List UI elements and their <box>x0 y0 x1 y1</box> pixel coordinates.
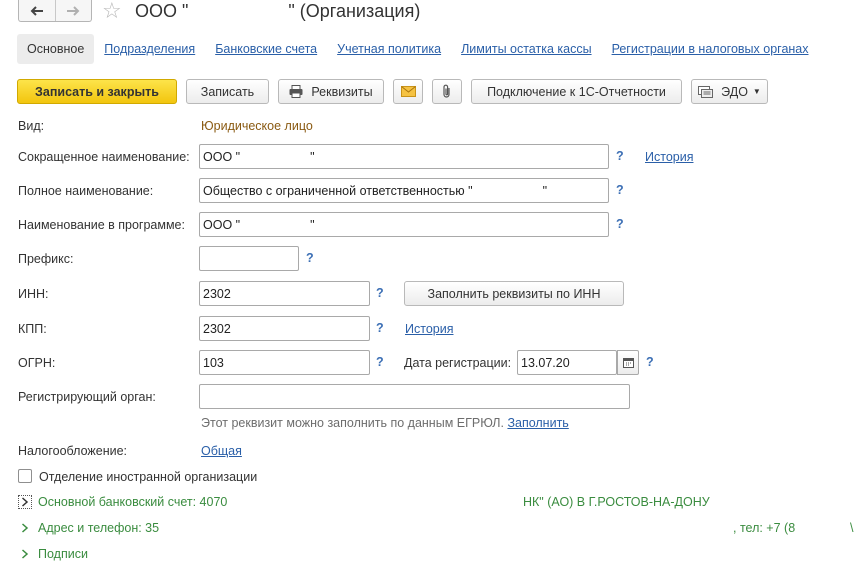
full-name-help-icon[interactable]: ? <box>616 183 624 197</box>
prefix-help-icon[interactable]: ? <box>306 251 314 265</box>
prefix-label: Префикс: <box>18 252 74 266</box>
short-name-label: Сокращенное наименование: <box>18 150 190 164</box>
tab-subdivisions[interactable]: Подразделения <box>104 42 195 56</box>
address-phone-text: , тел: +7 (8 <box>733 521 796 535</box>
type-value: Юридическое лицо <box>201 119 313 133</box>
short-name-help-icon[interactable]: ? <box>616 149 624 163</box>
ogrn-label: ОГРН: <box>18 356 56 370</box>
tab-bank-accounts[interactable]: Банковские счета <box>215 42 317 56</box>
foreign-branch-checkbox[interactable] <box>18 469 32 483</box>
address-edge-text: \ <box>850 521 854 535</box>
type-label: Вид: <box>18 119 45 133</box>
egrul-fill-link[interactable]: Заполнить <box>507 416 568 430</box>
save-button[interactable]: Записать <box>186 79 269 104</box>
foreign-branch-label: Отделение иностранной организации <box>39 470 258 484</box>
tab-cash-limits[interactable]: Лимиты остатка кассы <box>461 42 591 56</box>
edo-icon <box>698 85 714 98</box>
requisites-button[interactable]: Реквизиты <box>278 79 384 104</box>
tax-system-link[interactable]: Общая <box>201 444 242 458</box>
bank-name-text: НК" (АО) В Г.РОСТОВ-НА-ДОНУ <box>523 495 710 509</box>
printer-icon <box>289 85 303 98</box>
edo-dropdown-button[interactable]: ЭДО ▼ <box>691 79 768 104</box>
chevron-down-icon: ▼ <box>752 87 761 96</box>
program-name-label: Наименование в программе: <box>18 218 185 232</box>
section-tabs: Основное Подразделения Банковские счета … <box>17 33 809 65</box>
edo-label: ЭДО <box>721 84 748 99</box>
arrow-right-icon <box>67 5 80 16</box>
address-header[interactable]: Адрес и телефон: 35 <box>38 521 159 535</box>
tab-main[interactable]: Основное <box>17 34 95 64</box>
kpp-history-link[interactable]: История <box>405 322 453 336</box>
full-name-tail: " <box>542 184 547 198</box>
prefix-field[interactable] <box>199 246 299 271</box>
attach-file-button[interactable] <box>432 79 462 104</box>
bank-account-header[interactable]: Основной банковский счет: 4070 <box>38 495 227 509</box>
save-and-close-button[interactable]: Записать и закрыть <box>17 79 177 104</box>
back-button[interactable] <box>19 0 55 21</box>
bank-account-expand-icon[interactable] <box>18 495 32 509</box>
egrul-hint: Этот реквизит можно заполнить по данным … <box>201 416 569 430</box>
reg-date-help-icon[interactable]: ? <box>646 355 654 369</box>
program-name-field[interactable]: ООО " " <box>199 212 609 237</box>
reg-date-field[interactable]: 13.07.20 <box>517 350 617 375</box>
calendar-button[interactable] <box>617 350 639 375</box>
window-title: ООО " " (Организация) <box>135 1 421 21</box>
short-name-field[interactable]: ООО " " <box>199 144 609 169</box>
full-name-field[interactable]: Общество с ограниченной ответственностью… <box>199 178 609 203</box>
ogrn-field[interactable]: 103 <box>199 350 370 375</box>
kpp-help-icon[interactable]: ? <box>376 321 384 335</box>
fill-by-inn-button[interactable]: Заполнить реквизиты по ИНН <box>404 281 624 306</box>
inn-label: ИНН: <box>18 287 49 301</box>
inn-field[interactable]: 2302 <box>199 281 370 306</box>
ogrn-help-icon[interactable]: ? <box>376 355 384 369</box>
kpp-field[interactable]: 2302 <box>199 316 370 341</box>
program-name-tail: " <box>310 218 315 232</box>
reg-date-label: Дата регистрации: <box>404 356 512 370</box>
calendar-icon <box>622 358 634 368</box>
short-name-tail: " <box>310 150 315 164</box>
short-name-history-link[interactable]: История <box>645 150 693 164</box>
mail-button[interactable] <box>393 79 423 104</box>
full-name-label: Полное наименование: <box>18 184 154 198</box>
reg-authority-label: Регистрирующий орган: <box>18 390 156 404</box>
reg-authority-field[interactable] <box>199 384 630 409</box>
forward-button[interactable] <box>54 0 91 21</box>
tax-label: Налогообложение: <box>18 444 128 458</box>
signatures-header[interactable]: Подписи <box>38 547 88 561</box>
kpp-label: КПП: <box>18 322 47 336</box>
inn-help-icon[interactable]: ? <box>376 286 384 300</box>
connect-reporting-button[interactable]: Подключение к 1С-Отчетности <box>471 79 682 104</box>
address-expand-icon[interactable] <box>18 521 32 535</box>
requisites-label: Реквизиты <box>311 84 373 99</box>
tab-accounting-policy[interactable]: Учетная политика <box>337 42 441 56</box>
star-icon[interactable]: ☆ <box>102 0 122 22</box>
tab-tax-registrations[interactable]: Регистрации в налоговых органах <box>612 42 809 56</box>
full-name-value: Общество с ограниченной ответственностью… <box>203 184 473 198</box>
program-name-value: ООО " <box>203 218 241 232</box>
navigation-buttons <box>18 0 92 22</box>
signatures-expand-icon[interactable] <box>18 547 32 561</box>
program-name-help-icon[interactable]: ? <box>616 217 624 231</box>
paperclip-icon <box>443 84 450 98</box>
title-bar: ☆ ООО " " (Организация) <box>0 0 856 26</box>
short-name-value: ООО " <box>203 150 241 164</box>
envelope-icon <box>400 86 416 97</box>
egrul-hint-text: Этот реквизит можно заполнить по данным … <box>201 416 504 430</box>
arrow-left-icon <box>30 5 43 16</box>
